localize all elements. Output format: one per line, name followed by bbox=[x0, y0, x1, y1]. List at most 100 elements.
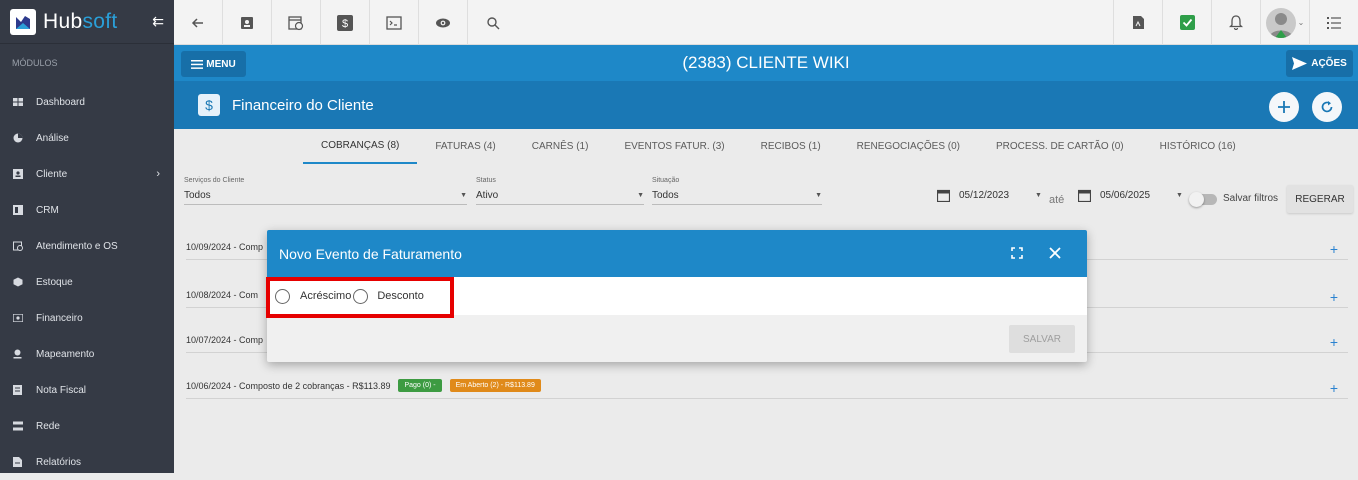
tab-3[interactable]: EVENTOS FATUR. (3) bbox=[606, 129, 742, 164]
money-icon bbox=[12, 313, 23, 323]
sidebar-item-label: Nota Fiscal bbox=[36, 384, 87, 396]
dropdown-caret-icon: ▼ bbox=[1176, 192, 1183, 199]
sidebar-item-dashboard[interactable]: Dashboard bbox=[0, 84, 174, 120]
notifications-button[interactable] bbox=[1211, 0, 1260, 45]
sidebar-item-estoque[interactable]: Estoque bbox=[0, 264, 174, 300]
sidebar-item-rede[interactable]: Rede bbox=[0, 408, 174, 444]
tab-2[interactable]: CARNÊS (1) bbox=[514, 129, 607, 164]
tab-1[interactable]: FATURAS (4) bbox=[417, 129, 513, 164]
list-item-text: 10/07/2024 - Comp bbox=[186, 335, 264, 345]
sidebar-item-label: Análise bbox=[36, 132, 69, 144]
list-menu-button[interactable] bbox=[1309, 0, 1358, 45]
menu-label: MENU bbox=[206, 58, 236, 70]
search-button[interactable] bbox=[468, 0, 517, 45]
user-silhouette-icon bbox=[1268, 12, 1293, 38]
sidebar-item-label: Financeiro bbox=[36, 312, 83, 324]
sidebar-item-relat-rios[interactable]: Relatórios bbox=[0, 444, 174, 480]
list-icon bbox=[1327, 16, 1341, 29]
calendar-button[interactable] bbox=[272, 0, 321, 45]
sidebar-item-label: Cliente bbox=[36, 168, 68, 180]
close-icon bbox=[1049, 247, 1061, 259]
add-button[interactable] bbox=[1269, 92, 1299, 122]
sidebar-item-crm[interactable]: CRM bbox=[0, 192, 174, 228]
salvar-filtros-label: Salvar filtros bbox=[1223, 193, 1279, 204]
sidebar-item-mapeamento[interactable]: Mapeamento bbox=[0, 336, 174, 372]
bell-icon bbox=[1229, 15, 1243, 30]
sidebar-item-nota-fiscal[interactable]: Nota Fiscal bbox=[0, 372, 174, 408]
report-icon bbox=[12, 457, 23, 467]
sidebar-item-atendimento-e-os[interactable]: Atendimento e OS bbox=[0, 228, 174, 264]
dashboard-icon bbox=[12, 97, 23, 107]
servicos-filter[interactable]: Serviços do Cliente Todos ▼ bbox=[184, 177, 467, 205]
view-button[interactable] bbox=[419, 0, 468, 45]
list-item[interactable]: 10/06/2024 - Composto de 2 cobranças - R… bbox=[186, 379, 1348, 399]
list-item-text: 10/09/2024 - Comp bbox=[186, 242, 264, 252]
dropdown-caret-icon: ▼ bbox=[1035, 192, 1042, 199]
sidebar-item-label: Dashboard bbox=[36, 96, 85, 108]
fullscreen-button[interactable] bbox=[1009, 245, 1025, 261]
pie-chart-icon bbox=[12, 133, 23, 143]
tab-5[interactable]: RENEGOCIAÇÕES (0) bbox=[839, 129, 978, 164]
tasks-button[interactable] bbox=[1162, 0, 1211, 45]
acoes-button[interactable]: AÇÕES bbox=[1286, 50, 1353, 77]
sidebar-item-financeiro[interactable]: Financeiro bbox=[0, 300, 174, 336]
map-pin-icon bbox=[12, 349, 23, 359]
date-from-field[interactable]: 05/12/2023 ▼ bbox=[937, 189, 1042, 202]
calendar-clock-icon bbox=[288, 15, 304, 30]
date-to-field[interactable]: 05/06/2025 ▼ bbox=[1078, 189, 1183, 202]
box-icon bbox=[12, 277, 23, 287]
calendar-clock-icon bbox=[12, 241, 23, 251]
expand-plus-icon[interactable]: + bbox=[1330, 381, 1338, 395]
sidebar-item-cliente[interactable]: Cliente › bbox=[0, 156, 174, 192]
financial-button[interactable]: $ bbox=[321, 0, 370, 45]
hamburger-icon bbox=[191, 59, 204, 69]
client-title: (2383) CLIENTE WIKI bbox=[682, 53, 850, 72]
refresh-icon bbox=[1321, 101, 1333, 113]
servicos-value: Todos bbox=[184, 190, 211, 201]
back-button[interactable] bbox=[174, 0, 223, 45]
date-to-value: 05/06/2025 bbox=[1100, 190, 1151, 201]
date-separator: até bbox=[1049, 194, 1065, 206]
sidebar-item-label: Relatórios bbox=[36, 456, 82, 468]
toggle-knob bbox=[1189, 192, 1204, 207]
sidebar-item-an-lise[interactable]: Análise bbox=[0, 120, 174, 156]
date-from-value: 05/12/2023 bbox=[959, 190, 1010, 201]
dialog-footer: SALVAR bbox=[267, 315, 1087, 362]
refresh-button[interactable] bbox=[1312, 92, 1342, 122]
check-square-icon bbox=[1179, 15, 1195, 30]
client-profile-button[interactable] bbox=[223, 0, 272, 45]
tab-6[interactable]: PROCESS. DE CARTÃO (0) bbox=[978, 129, 1142, 164]
salvar-filtros-toggle[interactable] bbox=[1189, 192, 1217, 207]
eye-icon bbox=[436, 18, 450, 27]
situacao-filter[interactable]: Situação Todos ▼ bbox=[652, 177, 822, 205]
tab-4[interactable]: RECIBOS (1) bbox=[743, 129, 839, 164]
section-header: $ Financeiro do Cliente bbox=[174, 81, 1358, 129]
regerar-button[interactable]: REGERAR bbox=[1287, 185, 1353, 213]
crm-icon bbox=[12, 205, 23, 215]
salvar-button[interactable]: SALVAR bbox=[1009, 325, 1075, 353]
status-value: Ativo bbox=[476, 190, 499, 201]
fullscreen-icon bbox=[1011, 247, 1023, 259]
pdf-button[interactable] bbox=[1113, 0, 1162, 45]
section-title: Financeiro do Cliente bbox=[232, 96, 374, 114]
status-filter[interactable]: Status Ativo ▼ bbox=[476, 177, 644, 205]
expand-plus-icon[interactable]: + bbox=[1330, 242, 1338, 256]
dropdown-caret-icon: ▼ bbox=[460, 192, 467, 199]
list-item-text: 10/08/2024 - Com bbox=[186, 290, 259, 300]
dropdown-caret-icon: ▼ bbox=[637, 192, 644, 199]
sidebar-item-label: Estoque bbox=[36, 276, 73, 288]
menu-button[interactable]: MENU bbox=[181, 51, 246, 77]
top-toolbar: $ ⌄ bbox=[174, 0, 1358, 45]
tab-0[interactable]: COBRANÇAS (8) bbox=[303, 129, 418, 164]
pdf-file-icon bbox=[1132, 16, 1144, 29]
user-menu-button[interactable]: ⌄ bbox=[1260, 0, 1309, 45]
expand-plus-icon[interactable]: + bbox=[1330, 335, 1338, 349]
collapse-arrow-icon[interactable]: ⇇ bbox=[152, 13, 164, 30]
terminal-button[interactable] bbox=[370, 0, 419, 45]
expand-plus-icon[interactable]: + bbox=[1330, 290, 1338, 304]
sidebar-section-title: MÓDULOS bbox=[12, 58, 58, 68]
tab-7[interactable]: HISTÓRICO (16) bbox=[1142, 129, 1254, 164]
avatar bbox=[1265, 7, 1296, 38]
logo[interactable]: Hubsoft ⇇ bbox=[0, 0, 174, 44]
close-button[interactable] bbox=[1047, 245, 1063, 261]
